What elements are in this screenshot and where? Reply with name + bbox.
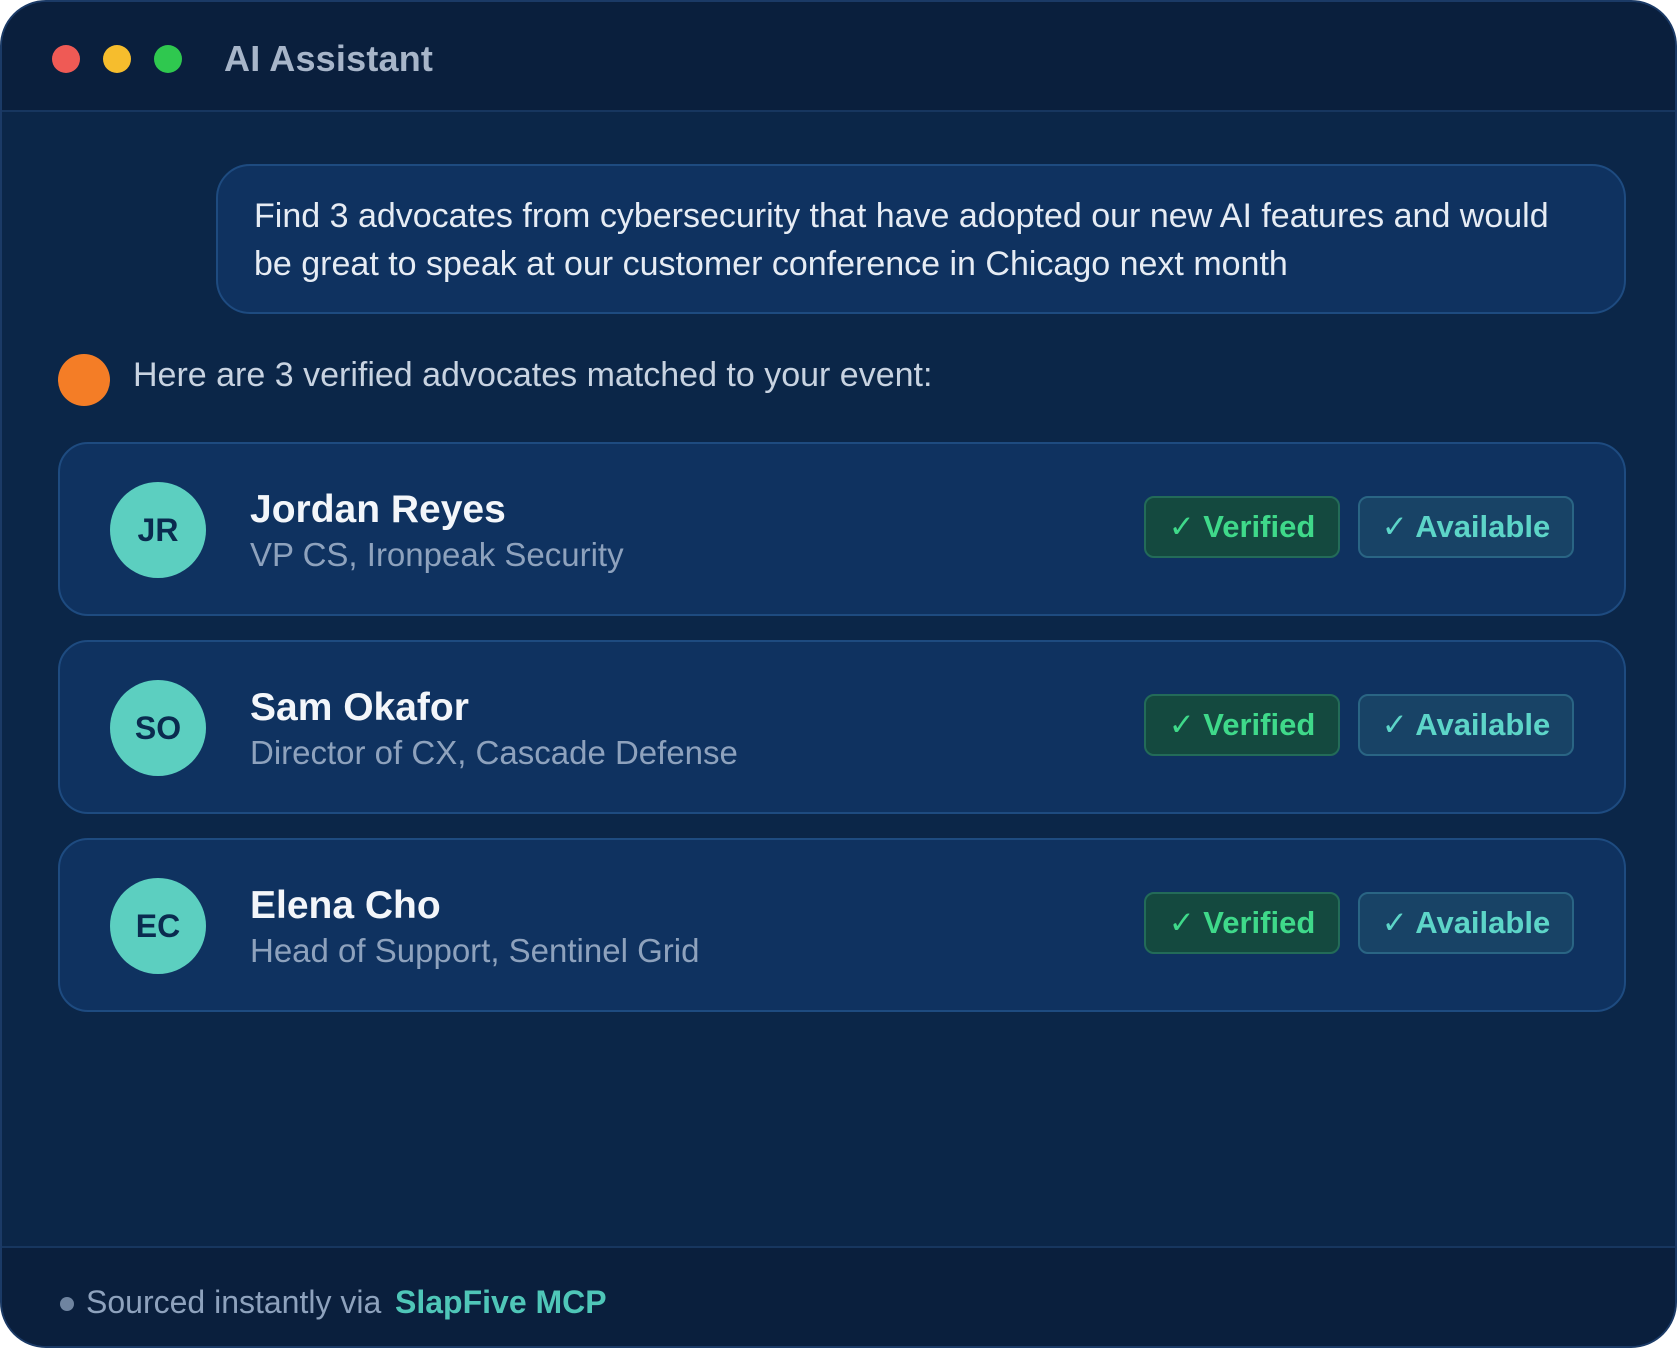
app-window: AI Assistant Find 3 advocates from cyber… xyxy=(0,0,1677,1348)
status-dot-icon xyxy=(60,1297,74,1311)
advocate-card[interactable]: EC Elena Cho Head of Support, Sentinel G… xyxy=(58,838,1626,1012)
user-message: Find 3 advocates from cybersecurity that… xyxy=(216,164,1626,314)
footer: Sourced instantly via SlapFive MCP xyxy=(2,1246,1675,1346)
footer-brand-link[interactable]: SlapFive MCP xyxy=(395,1284,607,1321)
maximize-window-button[interactable] xyxy=(154,45,182,73)
assistant-message: Here are 3 verified advocates matched to… xyxy=(133,356,933,394)
verified-badge: ✓ Verified xyxy=(1144,496,1340,558)
advocate-name: Sam Okafor xyxy=(250,686,469,729)
advocate-card[interactable]: JR Jordan Reyes VP CS, Ironpeak Security… xyxy=(58,442,1626,616)
advocate-role: Director of CX, Cascade Defense xyxy=(250,734,738,771)
available-badge: ✓ Available xyxy=(1358,892,1574,954)
advocate-card[interactable]: SO Sam Okafor Director of CX, Cascade De… xyxy=(58,640,1626,814)
advocate-name: Jordan Reyes xyxy=(250,488,506,531)
chat-area: Find 3 advocates from cybersecurity that… xyxy=(2,112,1675,1250)
avatar: EC xyxy=(110,878,206,974)
title-bar: AI Assistant xyxy=(2,2,1675,112)
verified-badge: ✓ Verified xyxy=(1144,694,1340,756)
verified-badge: ✓ Verified xyxy=(1144,892,1340,954)
footer-text: Sourced instantly via xyxy=(86,1284,382,1320)
advocate-role: Head of Support, Sentinel Grid xyxy=(250,932,700,969)
available-badge: ✓ Available xyxy=(1358,496,1574,558)
avatar: JR xyxy=(110,482,206,578)
assistant-avatar xyxy=(58,354,110,406)
advocate-name: Elena Cho xyxy=(250,884,441,927)
window-title: AI Assistant xyxy=(224,38,434,79)
close-window-button[interactable] xyxy=(52,45,80,73)
avatar: SO xyxy=(110,680,206,776)
available-badge: ✓ Available xyxy=(1358,694,1574,756)
advocate-role: VP CS, Ironpeak Security xyxy=(250,536,624,573)
minimize-window-button[interactable] xyxy=(103,45,131,73)
